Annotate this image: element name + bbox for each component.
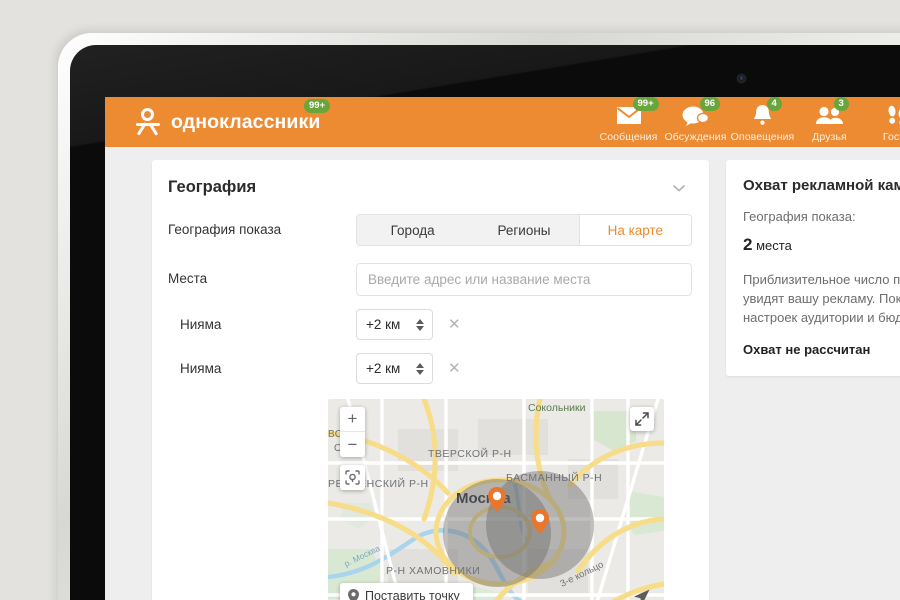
svg-text:Сокольники: Сокольники [528,402,586,414]
left-gutter [105,147,152,600]
chevron-down-icon[interactable] [671,180,687,196]
reach-description-line: настроек аудитории и бюджет [743,310,900,325]
reach-description-line: Приблизительное число польз [743,272,900,287]
friends-icon [796,103,863,128]
display-geo-label: География показа [168,222,282,237]
zoom-out-button[interactable]: − [340,432,365,457]
brand-badge: 99+ [304,99,331,113]
reach-description: Приблизительное число польз увидят вашу … [743,270,900,327]
front-camera [737,74,746,83]
map-pin-marker[interactable] [488,487,506,512]
side-column: Охват рекламной кампа География показа: … [709,147,900,600]
reach-description-line: увидят вашу рекламу. Показат [743,291,900,306]
display-geo-row: География показа Города Регионы На карте [152,214,709,246]
place-list-item: Нияма +2 км ✕ [152,353,709,384]
nav-label: Обсуждения [664,131,727,143]
geography-card-header: География [152,160,709,197]
zoom-in-button[interactable]: + [340,407,365,432]
crosshair-locate-icon[interactable] [340,465,365,490]
nav-item-messages[interactable]: Сообщения 99+ [595,97,662,143]
map-zoom-controls: + − [340,407,365,457]
set-point-label: Поставить точку [365,589,460,600]
close-icon[interactable]: ✕ [448,361,461,376]
tab-cities[interactable]: Города [357,215,468,245]
geography-card: География География показа Города Регион… [152,160,709,600]
tab-regions[interactable]: Регионы [468,215,579,245]
radius-value: +2 км [366,317,401,332]
tablet-screen: одноклассники 99+ Сообщения 99+ Обсужден… [105,97,900,600]
place-search-input[interactable] [356,263,692,296]
reach-geo-subtitle: География показа: [743,209,856,224]
nav-badge: 3 [833,97,849,111]
bell-icon [729,103,796,128]
campaign-reach-card: Охват рекламной кампа География показа: … [726,160,900,376]
svg-text:ТВЕРСКОЙ Р-Н: ТВЕРСКОЙ Р-Н [428,447,512,460]
navigation-arrow-icon[interactable] [628,584,654,600]
reach-places-count: 2 места [743,235,900,255]
nav-item-discussions[interactable]: Обсуждения 96 [662,97,729,143]
nav-label: Сообщения [599,131,658,143]
brand-logo-area[interactable]: одноклассники 99+ [136,99,331,136]
map-pin-marker[interactable] [531,509,549,534]
nav-badge: 99+ [632,97,659,111]
reach-places-word: места [756,238,792,253]
main-nav: Сообщения 99+ Обсуждения 96 Оповещения 4… [595,97,900,143]
nav-label: Оповещения [730,131,795,143]
radius-value: +2 км [366,361,401,376]
place-name: Нияма [180,317,222,332]
place-radius-stepper[interactable]: +2 км [356,309,433,340]
map-pin-icon [348,588,359,600]
tab-on-map[interactable]: На карте [579,215,691,245]
places-label: Места [168,271,208,286]
brand-name: одноклассники [171,110,321,133]
site-header: одноклассники 99+ Сообщения 99+ Обсужден… [105,97,900,147]
expand-arrows-icon[interactable] [630,407,654,431]
places-field [356,263,695,296]
display-geo-field: Города Регионы На карте [356,214,695,246]
reach-title: Охват рекламной кампа [743,177,900,194]
map-widget[interactable]: Сокольники ВСКИЙ ОН ТВЕРСКОЙ Р-Н БАСМАНН… [328,399,664,600]
place-radius-stepper[interactable]: +2 км [356,353,433,384]
stepper-arrows-icon[interactable] [416,362,424,375]
place-name: Нияма [180,361,222,376]
nav-label: Гости [882,131,900,143]
nav-item-guests[interactable]: Гости [863,101,900,143]
nav-label: Друзья [812,131,847,143]
nav-badge: 4 [766,97,782,111]
geo-mode-segmented-control: Города Регионы На карте [356,214,692,246]
close-icon[interactable]: ✕ [448,317,461,332]
page-title: География [168,178,257,196]
stepper-arrows-icon[interactable] [416,318,424,331]
nav-item-friends[interactable]: Друзья 3 [796,97,863,143]
places-row: Места [152,263,709,296]
main-column: География География показа Города Регион… [152,147,709,600]
status-badge: Охват не рассчитан [743,342,871,357]
footprints-icon [863,103,900,128]
nav-item-notifications[interactable]: Оповещения 4 [729,97,796,143]
set-point-button[interactable]: Поставить точку [340,583,473,600]
reach-places-number: 2 [743,235,753,254]
nav-badge: 96 [699,97,721,111]
page-body: География География показа Города Регион… [105,147,900,600]
scene: одноклассники 99+ Сообщения 99+ Обсужден… [0,0,900,600]
odnoklassniki-logo-icon [136,108,160,136]
place-list-item: Нияма +2 км ✕ [152,309,709,340]
